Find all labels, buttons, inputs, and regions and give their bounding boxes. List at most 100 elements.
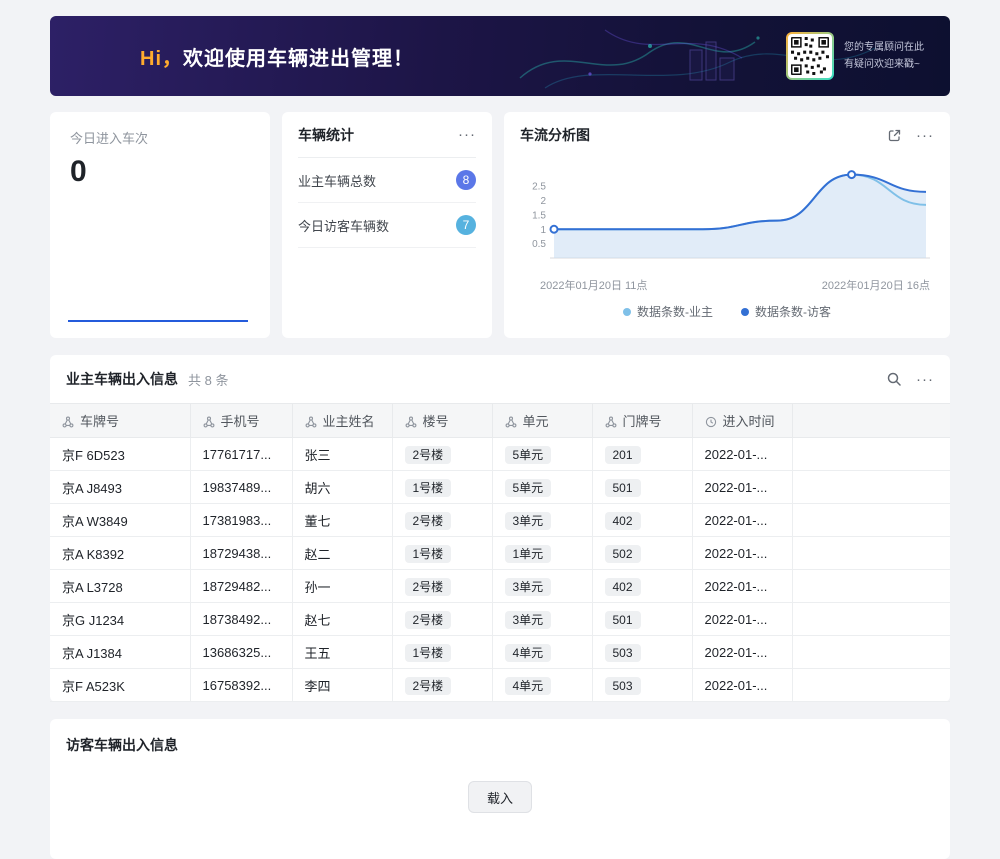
table-cell: 2022-01-... — [692, 603, 792, 636]
x-axis-label-start: 2022年01月20日 11点 — [540, 277, 647, 293]
cell-tag: 1号楼 — [405, 644, 452, 662]
stat-label: 今日访客车辆数 — [298, 216, 389, 235]
export-icon[interactable] — [887, 128, 902, 143]
cell-tag: 1号楼 — [405, 479, 452, 497]
owner-table-title: 业主车辆出入信息 — [66, 369, 178, 389]
qr-caption-line2: 有疑问欢迎来戳~ — [844, 56, 924, 73]
cell-tag: 5单元 — [505, 446, 552, 464]
table-row[interactable]: 京A J849319837489...胡六1号楼5单元5012022-01-..… — [50, 471, 950, 504]
visitor-table-title: 访客车辆出入信息 — [66, 735, 934, 755]
time-icon — [705, 416, 717, 428]
table-row[interactable]: 京A K839218729438...赵二1号楼1单元5022022-01-..… — [50, 537, 950, 570]
legend-item-owner[interactable]: 数据条数-业主 — [623, 303, 713, 320]
field-icon — [605, 416, 617, 428]
visitor-vehicle-table-card: 访客车辆出入信息 载入 — [50, 719, 950, 859]
column-header-filler — [792, 404, 950, 438]
table-cell-filler — [792, 471, 950, 504]
field-icon — [305, 416, 317, 428]
table-row[interactable]: 京F 6D52317761717...张三2号楼5单元2012022-01-..… — [50, 438, 950, 471]
table-cell: 1单元 — [492, 537, 592, 570]
table-cell: 2号楼 — [392, 570, 492, 603]
table-cell: 1号楼 — [392, 471, 492, 504]
owner-table-count: 共 8 条 — [188, 370, 886, 389]
table-cell: 胡六 — [292, 471, 392, 504]
table-cell: 501 — [592, 471, 692, 504]
more-icon[interactable]: ··· — [916, 372, 934, 387]
table-cell: 19837489... — [190, 471, 292, 504]
table-cell: 3单元 — [492, 504, 592, 537]
table-cell: 501 — [592, 603, 692, 636]
legend-item-visitor[interactable]: 数据条数-访客 — [741, 303, 831, 320]
column-header-owner-name[interactable]: 业主姓名 — [292, 404, 392, 438]
more-icon[interactable]: ··· — [458, 127, 476, 142]
stat-badge: 7 — [456, 215, 476, 235]
table-cell: 17381983... — [190, 504, 292, 537]
stat-label: 业主车辆总数 — [298, 171, 376, 190]
cell-tag: 501 — [605, 611, 641, 629]
column-header-door[interactable]: 门牌号 — [592, 404, 692, 438]
table-cell: 5单元 — [492, 471, 592, 504]
table-cell: 2022-01-... — [692, 471, 792, 504]
cell-tag: 1单元 — [505, 545, 552, 563]
table-cell: 2号楼 — [392, 504, 492, 537]
column-header-unit[interactable]: 单元 — [492, 404, 592, 438]
table-cell: 2号楼 — [392, 603, 492, 636]
table-cell: 503 — [592, 636, 692, 669]
table-cell: 京A L3728 — [50, 570, 190, 603]
table-cell: 1号楼 — [392, 537, 492, 570]
search-icon[interactable] — [886, 371, 902, 387]
table-cell: 2022-01-... — [692, 438, 792, 471]
table-cell: 503 — [592, 669, 692, 702]
column-header-plate[interactable]: 车牌号 — [50, 404, 190, 438]
stat-badge: 8 — [456, 170, 476, 190]
load-button[interactable]: 载入 — [468, 781, 532, 813]
column-header-phone[interactable]: 手机号 — [190, 404, 292, 438]
table-row[interactable]: 京A J138413686325...王五1号楼4单元5032022-01-..… — [50, 636, 950, 669]
table-cell: 赵二 — [292, 537, 392, 570]
column-header-building[interactable]: 楼号 — [392, 404, 492, 438]
more-icon[interactable]: ··· — [916, 128, 934, 143]
x-axis-label-end: 2022年01月20日 16点 — [822, 277, 930, 293]
legend-label: 数据条数-业主 — [637, 303, 713, 320]
table-cell: 京A J1384 — [50, 636, 190, 669]
table-cell: 京F 6D523 — [50, 438, 190, 471]
table-cell: 2号楼 — [392, 669, 492, 702]
table-header-row: 车牌号 手机号 业主姓名 楼号 单元 门牌号 进入时间 — [50, 404, 950, 438]
table-cell-filler — [792, 570, 950, 603]
table-row[interactable]: 京G J123418738492...赵七2号楼3单元5012022-01-..… — [50, 603, 950, 636]
table-cell: 2022-01-... — [692, 537, 792, 570]
cell-tag: 501 — [605, 479, 641, 497]
qr-code-image — [788, 34, 832, 78]
table-cell: 1号楼 — [392, 636, 492, 669]
table-row[interactable]: 京F A523K16758392...李四2号楼4单元5032022-01-..… — [50, 669, 950, 702]
table-cell-filler — [792, 603, 950, 636]
table-row[interactable]: 京A W384917381983...董七2号楼3单元4022022-01-..… — [50, 504, 950, 537]
table-cell: 18729482... — [190, 570, 292, 603]
table-cell: 京F A523K — [50, 669, 190, 702]
legend-label: 数据条数-访客 — [755, 303, 831, 320]
cell-tag: 5单元 — [505, 479, 552, 497]
welcome-banner: Hi，欢迎使用车辆进出管理！ 您的专属顾问在此 有疑问欢迎来戳~ — [50, 16, 950, 96]
table-cell: 16758392... — [190, 669, 292, 702]
table-cell-filler — [792, 669, 950, 702]
svg-text:0.5: 0.5 — [532, 239, 546, 250]
svg-text:1.5: 1.5 — [532, 210, 546, 221]
table-cell: 孙一 — [292, 570, 392, 603]
vehicle-stats-card: 车辆统计 ··· 业主车辆总数 8 今日访客车辆数 7 — [282, 112, 492, 338]
table-cell: 张三 — [292, 438, 392, 471]
cell-tag: 2号楼 — [405, 578, 452, 596]
svg-text:2: 2 — [540, 196, 546, 207]
table-cell: 502 — [592, 537, 692, 570]
table-row[interactable]: 京A L372818729482...孙一2号楼3单元4022022-01-..… — [50, 570, 950, 603]
field-icon — [405, 416, 417, 428]
table-cell: 京A W3849 — [50, 504, 190, 537]
table-cell-filler — [792, 504, 950, 537]
table-cell: 18738492... — [190, 603, 292, 636]
cell-tag: 1号楼 — [405, 545, 452, 563]
table-cell-filler — [792, 636, 950, 669]
today-entries-label: 今日进入车次 — [70, 128, 250, 147]
welcome-title-hi: Hi， — [140, 48, 183, 70]
traffic-chart-title: 车流分析图 — [520, 125, 590, 145]
table-cell-filler — [792, 438, 950, 471]
column-header-entry-time[interactable]: 进入时间 — [692, 404, 792, 438]
